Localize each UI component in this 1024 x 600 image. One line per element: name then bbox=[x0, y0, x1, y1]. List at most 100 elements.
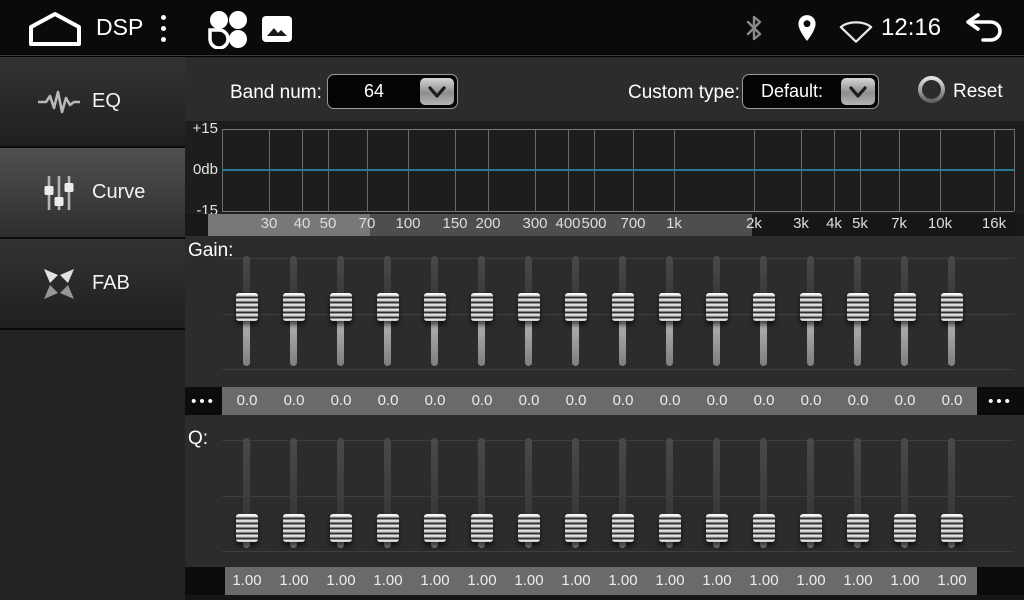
band-num-select[interactable]: 64 bbox=[327, 74, 458, 109]
gain-value: 0.0 bbox=[648, 392, 692, 409]
gain-slider-thumb[interactable] bbox=[612, 293, 634, 321]
q-slider-thumb[interactable] bbox=[330, 514, 352, 542]
gain-scroll-left-button[interactable]: ••• bbox=[185, 387, 222, 415]
gain-slider[interactable] bbox=[283, 256, 305, 366]
q-slider[interactable] bbox=[894, 438, 916, 548]
gain-slider-thumb[interactable] bbox=[330, 293, 352, 321]
q-slider-thumb[interactable] bbox=[753, 514, 775, 542]
q-slider[interactable] bbox=[612, 438, 634, 548]
q-slider-thumb[interactable] bbox=[565, 514, 587, 542]
gain-slider[interactable] bbox=[518, 256, 540, 366]
q-slider-thumb[interactable] bbox=[941, 514, 963, 542]
q-slider[interactable] bbox=[377, 438, 399, 548]
gain-slider[interactable] bbox=[847, 256, 869, 366]
gain-slider[interactable] bbox=[894, 256, 916, 366]
q-slider[interactable] bbox=[800, 438, 822, 548]
q-slider[interactable] bbox=[847, 438, 869, 548]
q-slider-thumb[interactable] bbox=[706, 514, 728, 542]
gridline bbox=[222, 211, 1014, 212]
q-slider[interactable] bbox=[941, 438, 963, 548]
q-slider[interactable] bbox=[330, 438, 352, 548]
q-slider[interactable] bbox=[424, 438, 446, 548]
gain-slider[interactable] bbox=[565, 256, 587, 366]
freq-tick-label: 100 bbox=[386, 215, 430, 232]
chevron-down-icon[interactable] bbox=[420, 78, 454, 105]
q-value: 1.00 bbox=[789, 572, 833, 589]
q-slider[interactable] bbox=[706, 438, 728, 548]
q-value: 1.00 bbox=[319, 572, 363, 589]
gain-value: 0.0 bbox=[507, 392, 551, 409]
wifi-icon bbox=[838, 18, 874, 44]
freq-tick-label: 2k bbox=[732, 215, 776, 232]
q-value: 1.00 bbox=[930, 572, 974, 589]
q-slider-thumb[interactable] bbox=[471, 514, 493, 542]
sidebar-item-curve[interactable]: Curve bbox=[0, 148, 185, 237]
gain-value: 0.0 bbox=[930, 392, 974, 409]
back-icon[interactable] bbox=[958, 13, 1004, 45]
gain-slider[interactable] bbox=[377, 256, 399, 366]
q-slider[interactable] bbox=[236, 438, 258, 548]
q-slider[interactable] bbox=[659, 438, 681, 548]
gain-slider-thumb[interactable] bbox=[236, 293, 258, 321]
home-icon[interactable] bbox=[28, 11, 82, 47]
q-slider-thumb[interactable] bbox=[659, 514, 681, 542]
gain-slider-thumb[interactable] bbox=[659, 293, 681, 321]
gain-slider[interactable] bbox=[800, 256, 822, 366]
q-scroll-left-button[interactable] bbox=[185, 567, 225, 595]
q-slider-thumb[interactable] bbox=[518, 514, 540, 542]
q-slider-thumb[interactable] bbox=[283, 514, 305, 542]
sidebar-item-fab[interactable]: FAB bbox=[0, 239, 185, 328]
gain-slider[interactable] bbox=[236, 256, 258, 366]
gallery-icon[interactable] bbox=[261, 15, 293, 43]
sidebar-item-eq[interactable]: EQ bbox=[0, 57, 185, 146]
gain-slider[interactable] bbox=[424, 256, 446, 366]
q-slider-thumb[interactable] bbox=[236, 514, 258, 542]
q-scroll-right-button[interactable] bbox=[977, 567, 1024, 595]
gain-slider-thumb[interactable] bbox=[706, 293, 728, 321]
eq-graph: +150db-15 bbox=[185, 121, 1024, 214]
gain-slider[interactable] bbox=[330, 256, 352, 366]
gain-slider-thumb[interactable] bbox=[753, 293, 775, 321]
frequency-axis[interactable]: 304050701001502003004005007001k2k3k4k5k7… bbox=[185, 214, 1024, 236]
q-slider[interactable] bbox=[565, 438, 587, 548]
gain-slider[interactable] bbox=[659, 256, 681, 366]
gain-slider-thumb[interactable] bbox=[565, 293, 587, 321]
gain-slider[interactable] bbox=[471, 256, 493, 366]
q-slider[interactable] bbox=[283, 438, 305, 548]
fader-arrows-icon bbox=[36, 266, 82, 302]
gain-slider[interactable] bbox=[941, 256, 963, 366]
q-slider[interactable] bbox=[518, 438, 540, 548]
q-slider-thumb[interactable] bbox=[800, 514, 822, 542]
gain-scroll-right-button[interactable]: ••• bbox=[977, 387, 1024, 415]
gain-slider-thumb[interactable] bbox=[941, 293, 963, 321]
db-axis-label: +15 bbox=[185, 120, 218, 137]
gridline bbox=[222, 551, 1014, 552]
gain-slider-thumb[interactable] bbox=[518, 293, 540, 321]
gain-value: 0.0 bbox=[460, 392, 504, 409]
gain-slider-thumb[interactable] bbox=[377, 293, 399, 321]
gain-slider-thumb[interactable] bbox=[847, 293, 869, 321]
q-slider[interactable] bbox=[753, 438, 775, 548]
band-num-label: Band num: bbox=[230, 82, 322, 104]
custom-type-select[interactable]: Default: bbox=[742, 74, 879, 109]
gain-slider-thumb[interactable] bbox=[424, 293, 446, 321]
reset-button[interactable] bbox=[918, 76, 945, 103]
apps-clover-icon[interactable] bbox=[205, 9, 251, 49]
q-slider-thumb[interactable] bbox=[847, 514, 869, 542]
gain-slider[interactable] bbox=[706, 256, 728, 366]
q-slider-thumb[interactable] bbox=[894, 514, 916, 542]
gain-slider[interactable] bbox=[612, 256, 634, 366]
gain-slider-thumb[interactable] bbox=[800, 293, 822, 321]
q-value: 1.00 bbox=[225, 572, 269, 589]
q-slider-thumb[interactable] bbox=[612, 514, 634, 542]
q-slider[interactable] bbox=[471, 438, 493, 548]
chevron-down-icon[interactable] bbox=[841, 78, 875, 105]
q-slider-thumb[interactable] bbox=[377, 514, 399, 542]
menu-dots-icon[interactable] bbox=[161, 15, 167, 48]
gain-slider-thumb[interactable] bbox=[283, 293, 305, 321]
q-slider-thumb[interactable] bbox=[424, 514, 446, 542]
gain-slider[interactable] bbox=[753, 256, 775, 366]
gain-slider-thumb[interactable] bbox=[894, 293, 916, 321]
band-num-value: 64 bbox=[328, 81, 420, 102]
gain-slider-thumb[interactable] bbox=[471, 293, 493, 321]
